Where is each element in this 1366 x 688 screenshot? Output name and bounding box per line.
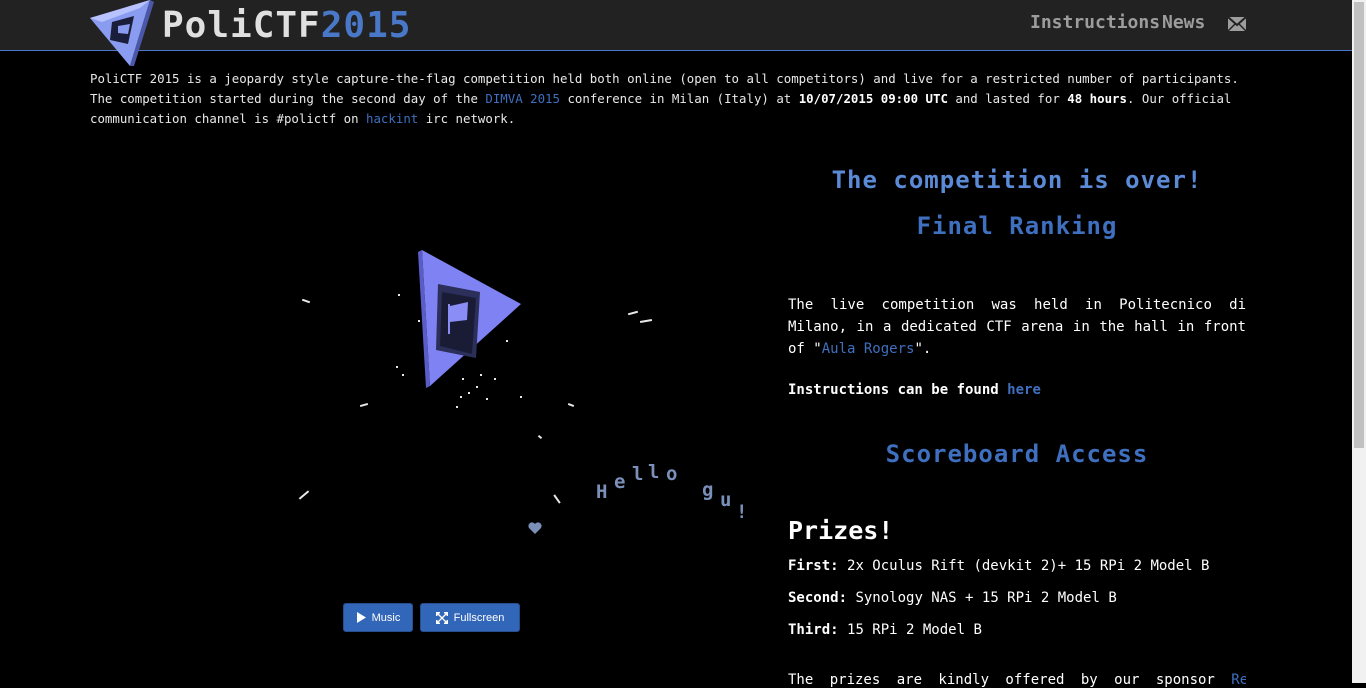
prize-second: Second: Synology NAS + 15 RPi 2 Model B: [788, 590, 1117, 606]
fullscreen-button-label: Fullscreen: [453, 611, 505, 624]
reply-link[interactable]: Reply: [1231, 672, 1246, 688]
page-scrollbar[interactable]: [1352, 0, 1366, 683]
final-ranking-link[interactable]: Final Ranking: [788, 212, 1246, 240]
prize-label: First:: [788, 558, 839, 574]
here-link[interactable]: here: [1007, 382, 1041, 398]
envelope-icon[interactable]: [1228, 16, 1246, 32]
nav-news-link[interactable]: News: [1162, 12, 1205, 33]
dimva-link[interactable]: DIMVA 2015: [485, 91, 560, 106]
fullscreen-icon: [435, 611, 448, 624]
play-icon: [356, 612, 366, 623]
hello-letter: g: [702, 479, 714, 501]
intro-text-5: irc network.: [418, 111, 516, 126]
intro-text-3: and lasted for: [947, 91, 1068, 106]
sponsor-text: The prizes are kindly offered by our spo…: [788, 672, 1232, 688]
music-button-label: Music: [371, 611, 401, 624]
hello-letter: o: [666, 463, 678, 485]
duration: 48 hours: [1067, 91, 1127, 106]
live-competition-paragraph: The live competition was held in Politec…: [788, 294, 1246, 360]
fullscreen-button[interactable]: Fullscreen: [420, 603, 520, 632]
hello-letter: e: [614, 471, 626, 493]
instructions-text: Instructions can be found: [788, 382, 1008, 398]
hello-letter: !: [736, 501, 748, 523]
prize-value: 2x Oculus Rift (devkit 2)+ 15 RPi 2 Mode…: [847, 558, 1210, 574]
nav-instructions-link[interactable]: Instructions: [1030, 12, 1160, 33]
intro-text-2: conference in Milan (Italy) at: [559, 91, 799, 106]
prize-first: First: 2x Oculus Rift (devkit 2)+ 15 RPi…: [788, 558, 1209, 574]
hello-letter: u: [720, 489, 732, 511]
competition-over-heading: The competition is over!: [831, 166, 1203, 194]
hello-scroller: H e l l o g u !: [596, 455, 756, 525]
prize-value: 15 RPi 2 Model B: [847, 622, 982, 638]
hello-letter: l: [632, 463, 644, 485]
scrollbar-thumb[interactable]: [1354, 2, 1364, 448]
aula-rogers-link[interactable]: Aula Rogers: [822, 341, 915, 357]
scoreboard-access-link[interactable]: Scoreboard Access: [788, 440, 1246, 468]
live-text-2: ".: [914, 341, 932, 357]
prize-label: Third:: [788, 622, 839, 638]
site-brand[interactable]: PoliCTF2015: [162, 4, 411, 48]
intro-paragraph: PoliCTF 2015 is a jeopardy style capture…: [90, 69, 1250, 129]
sponsor-paragraph: The prizes are kindly offered by our spo…: [788, 672, 1246, 688]
heart-icon: [528, 522, 542, 534]
triangle-logo-3d: [418, 250, 521, 388]
polictf-logo-icon[interactable]: [88, 0, 160, 68]
prizes-heading: Prizes!: [788, 516, 894, 545]
hello-letter: l: [648, 461, 660, 483]
brand-year: 2015: [320, 5, 412, 46]
hackint-link[interactable]: hackint: [366, 111, 418, 126]
navbar: PoliCTF2015 Instructions News: [0, 0, 1352, 66]
instructions-line: Instructions can be found here: [788, 382, 1041, 398]
prize-third: Third: 15 RPi 2 Model B: [788, 622, 982, 638]
hello-letter: H: [596, 481, 608, 503]
prize-label: Second:: [788, 590, 848, 606]
music-button[interactable]: Music: [343, 603, 413, 632]
prize-value: Synology NAS + 15 RPi 2 Model B: [855, 590, 1117, 606]
start-time: 10/07/2015 09:00 UTC: [798, 91, 948, 106]
brand-name: PoliCTF: [162, 5, 321, 46]
